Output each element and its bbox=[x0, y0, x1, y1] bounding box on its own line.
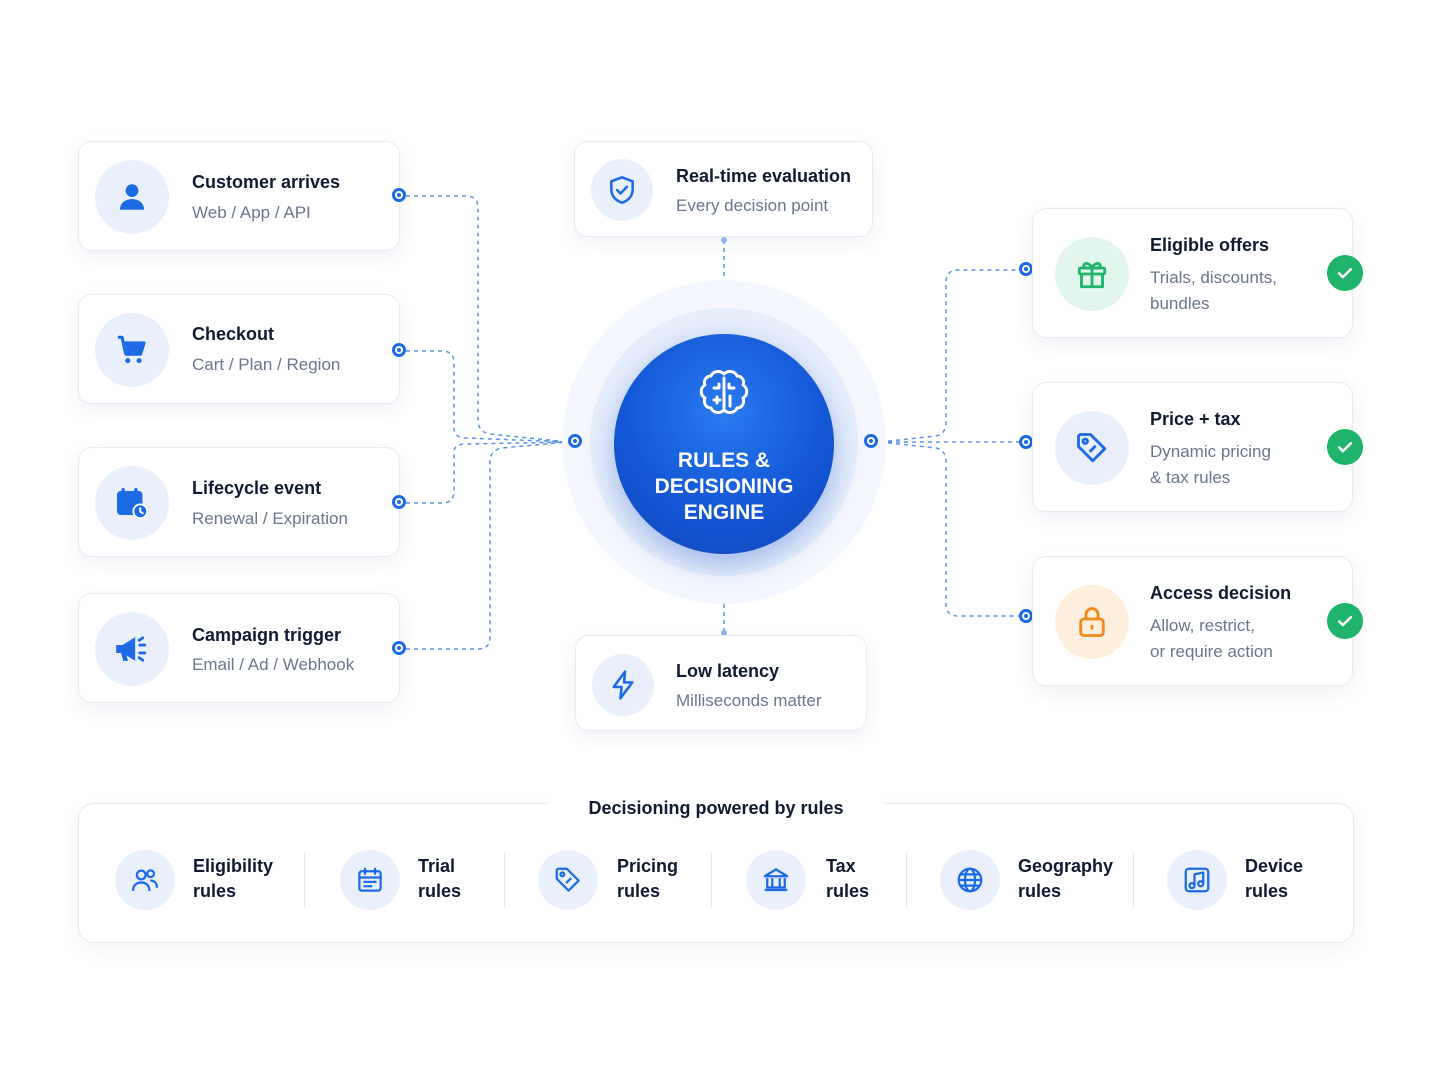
card-title: Low latency bbox=[676, 661, 780, 681]
rule-label: Geography rules bbox=[1018, 854, 1113, 904]
card-title: Access decision bbox=[1150, 583, 1292, 603]
input-card-checkout[interactable]: Checkout Cart / Plan / Region bbox=[78, 294, 400, 404]
check-icon bbox=[1327, 429, 1363, 465]
bank-icon bbox=[746, 850, 806, 910]
card-title: Real-time evaluation bbox=[676, 166, 852, 186]
output-card-price-tax[interactable]: Price + tax Dynamic pricing & tax rules bbox=[1032, 382, 1353, 512]
top-card-real-time-evaluation[interactable]: Real-time evaluation Every decision poin… bbox=[574, 141, 873, 237]
lock-icon bbox=[1055, 585, 1129, 659]
connector-dot bbox=[721, 237, 727, 243]
rule-item-eligibility[interactable]: Eligibility rules bbox=[115, 850, 295, 910]
rule-item-trial[interactable]: Trial rules bbox=[340, 850, 490, 910]
check-icon bbox=[1327, 603, 1363, 639]
rule-label-line: Eligibility bbox=[193, 856, 274, 876]
rule-label: Tax rules bbox=[826, 854, 869, 904]
connector-port bbox=[392, 188, 406, 202]
rule-label: Pricing rules bbox=[617, 854, 678, 904]
card-subtitle: Renewal / Expiration bbox=[192, 509, 348, 528]
divider bbox=[906, 852, 907, 908]
divider bbox=[304, 852, 305, 908]
rule-label-line: rules bbox=[193, 881, 237, 901]
card-subtitle: Web / App / API bbox=[192, 203, 311, 222]
card-title: Customer arrives bbox=[192, 172, 341, 192]
tag-icon bbox=[1055, 411, 1129, 485]
card-title: Campaign trigger bbox=[192, 625, 342, 645]
rule-item-device[interactable]: Device rules bbox=[1167, 850, 1327, 910]
calendar-icon bbox=[340, 850, 400, 910]
engine-label-line: DECISIONING bbox=[654, 475, 794, 498]
bottom-card-low-latency[interactable]: Low latency Milliseconds matter bbox=[575, 635, 867, 731]
card-subtitle: Trials, discounts, bbox=[1150, 268, 1277, 287]
engine-port-right bbox=[864, 434, 878, 448]
rule-label: Device rules bbox=[1245, 854, 1303, 904]
card-subtitle: bundles bbox=[1150, 294, 1210, 313]
connector-port bbox=[392, 495, 406, 509]
rule-label-line: rules bbox=[1018, 881, 1062, 901]
rule-label-line: Geography bbox=[1018, 856, 1114, 876]
card-subtitle: Every decision point bbox=[676, 196, 829, 215]
megaphone-icon bbox=[95, 612, 169, 686]
card-title: Price + tax bbox=[1150, 409, 1241, 429]
rule-label: Trial rules bbox=[418, 854, 461, 904]
gift-icon bbox=[1055, 237, 1129, 311]
engine-label-line: ENGINE bbox=[683, 501, 765, 524]
rules-panel-title: Decisioning powered by rules bbox=[548, 794, 884, 822]
card-title: Lifecycle event bbox=[192, 478, 322, 498]
users-icon bbox=[115, 850, 175, 910]
music-device-icon bbox=[1167, 850, 1227, 910]
brain-icon bbox=[699, 370, 749, 414]
lightning-icon bbox=[592, 654, 654, 716]
rule-label: Eligibility rules bbox=[193, 854, 273, 904]
rule-label-line: Device bbox=[1245, 856, 1304, 876]
card-subtitle: Dynamic pricing bbox=[1150, 442, 1271, 461]
rule-item-pricing[interactable]: Pricing rules bbox=[538, 850, 698, 910]
card-title: Eligible offers bbox=[1150, 235, 1270, 255]
divider bbox=[504, 852, 505, 908]
card-subtitle: or require action bbox=[1150, 642, 1273, 661]
input-card-lifecycle-event[interactable]: Lifecycle event Renewal / Expiration bbox=[78, 447, 400, 557]
input-card-campaign-trigger[interactable]: Campaign trigger Email / Ad / Webhook bbox=[78, 593, 400, 703]
rule-label-line: rules bbox=[418, 881, 462, 901]
card-subtitle: & tax rules bbox=[1150, 468, 1231, 487]
connector-port bbox=[392, 641, 406, 655]
engine-label: RULES & DECISIONING ENGINE bbox=[614, 448, 834, 526]
output-card-access-decision[interactable]: Access decision Allow, restrict, or requ… bbox=[1032, 556, 1353, 686]
price-tag-icon bbox=[538, 850, 598, 910]
card-subtitle: Milliseconds matter bbox=[676, 691, 822, 710]
card-title: Checkout bbox=[192, 324, 275, 344]
shield-check-icon bbox=[591, 159, 653, 221]
output-card-eligible-offers[interactable]: Eligible offers Trials, discounts, bundl… bbox=[1032, 208, 1353, 338]
rule-item-geography[interactable]: Geography rules bbox=[940, 850, 1120, 910]
cart-icon bbox=[95, 313, 169, 387]
card-subtitle: Email / Ad / Webhook bbox=[192, 655, 355, 674]
divider bbox=[1133, 852, 1134, 908]
rule-label-line: rules bbox=[1245, 881, 1289, 901]
rule-label-line: Tax bbox=[826, 856, 856, 876]
rule-label-line: rules bbox=[826, 881, 870, 901]
connector-port bbox=[1019, 609, 1033, 623]
engine-port-left bbox=[568, 434, 582, 448]
calendar-clock-icon bbox=[95, 466, 169, 540]
user-icon bbox=[95, 160, 169, 234]
input-card-customer-arrives[interactable]: Customer arrives Web / App / API bbox=[78, 141, 400, 251]
engine-label-line: RULES & bbox=[677, 449, 771, 472]
divider bbox=[711, 852, 712, 908]
rule-label-line: Trial bbox=[418, 856, 456, 876]
connector-port bbox=[1019, 262, 1033, 276]
rule-label-line: Pricing bbox=[617, 856, 679, 876]
connector-port bbox=[392, 343, 406, 357]
card-subtitle: Allow, restrict, bbox=[1150, 616, 1255, 635]
rule-item-tax[interactable]: Tax rules bbox=[746, 850, 896, 910]
card-subtitle: Cart / Plan / Region bbox=[192, 355, 341, 374]
check-icon bbox=[1327, 255, 1363, 291]
globe-icon bbox=[940, 850, 1000, 910]
rule-label-line: rules bbox=[617, 881, 661, 901]
connector-port bbox=[1019, 435, 1033, 449]
